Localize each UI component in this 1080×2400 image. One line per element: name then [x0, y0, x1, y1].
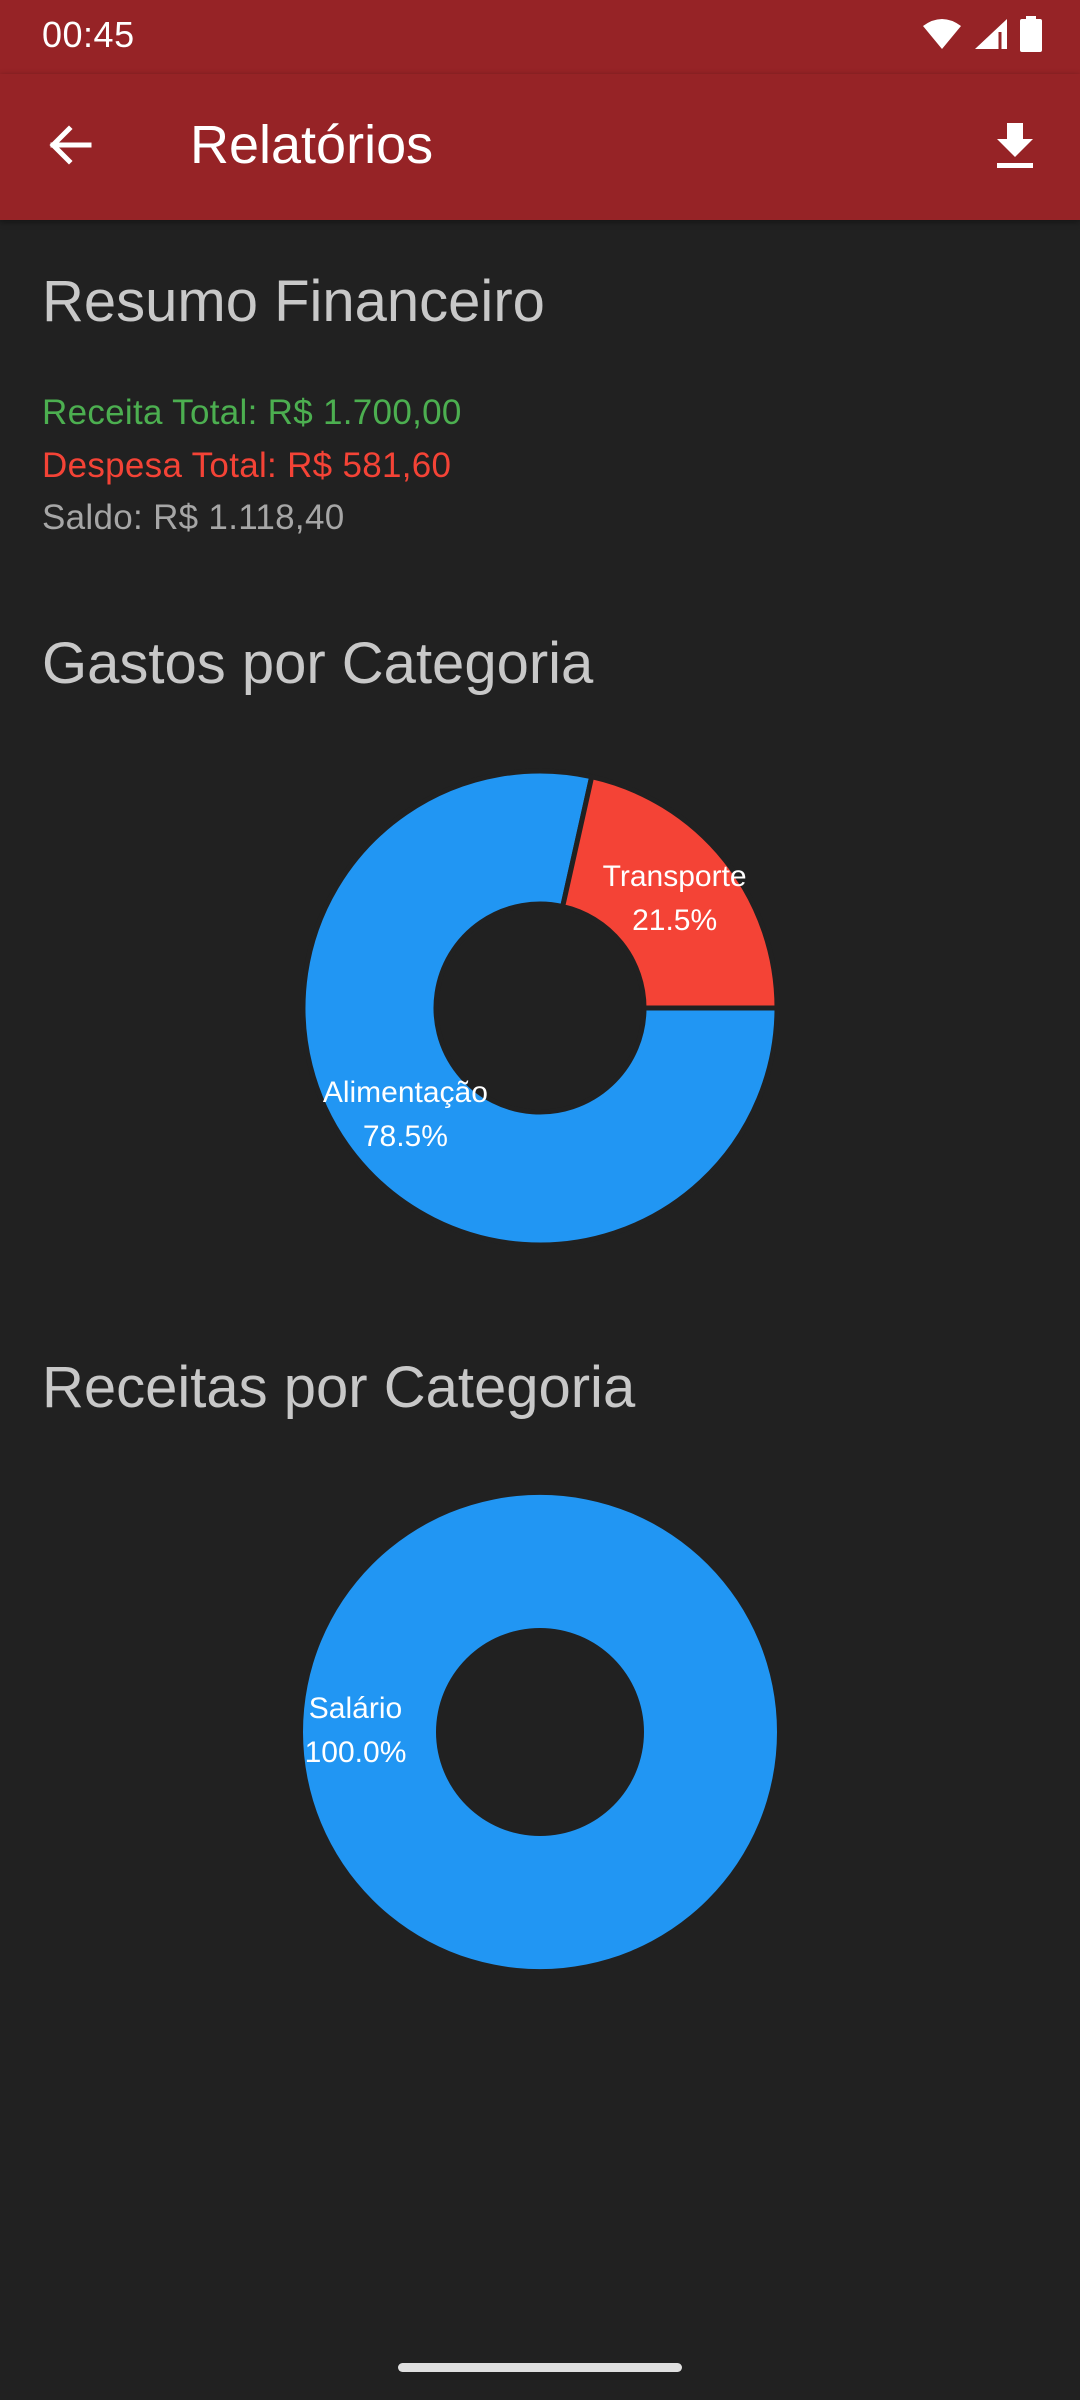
expenses-donut-svg: Alimentação 78.5% Transporte 21.5% [300, 768, 780, 1248]
expense-total: Despesa Total: R$ 581,60 [42, 446, 452, 485]
income-donut-chart: Salário 100.0% [0, 1472, 1080, 1992]
income-donut-svg: Salário 100.0% [302, 1494, 777, 1970]
back-button[interactable] [34, 112, 104, 182]
summary-title: Resumo Financeiro [42, 269, 545, 334]
expenses-donut-chart: Alimentação 78.5% Transporte 21.5% [0, 748, 1080, 1268]
donut-slice-salario [302, 1494, 777, 1970]
slice-label-alimentacao: Alimentação [323, 1076, 488, 1109]
status-time: 00:45 [42, 14, 135, 55]
download-button[interactable] [980, 112, 1050, 182]
home-indicator [398, 2363, 682, 2372]
page-title: Relatórios [190, 115, 434, 175]
slice-label-transporte: Transporte [603, 860, 747, 893]
status-bar: 00:45 [0, 0, 1080, 74]
wifi-icon [922, 18, 962, 55]
battery-icon [1020, 15, 1042, 57]
status-icons [922, 15, 1042, 57]
slice-value-alimentacao: 78.5% [363, 1120, 448, 1153]
download-icon [995, 121, 1035, 174]
income-total: Receita Total: R$ 1.700,00 [42, 393, 462, 432]
slice-value-transporte: 21.5% [632, 904, 717, 937]
balance: Saldo: R$ 1.118,40 [42, 498, 345, 537]
app-bar: Relatórios [0, 74, 1080, 220]
arrow-back-icon [45, 121, 93, 174]
income-chart-title: Receitas por Categoria [42, 1355, 636, 1420]
signal-icon [974, 18, 1008, 55]
slice-value-salario: 100.0% [305, 1736, 407, 1769]
slice-label-salario: Salário [309, 1692, 402, 1725]
expenses-chart-title: Gastos por Categoria [42, 631, 594, 696]
